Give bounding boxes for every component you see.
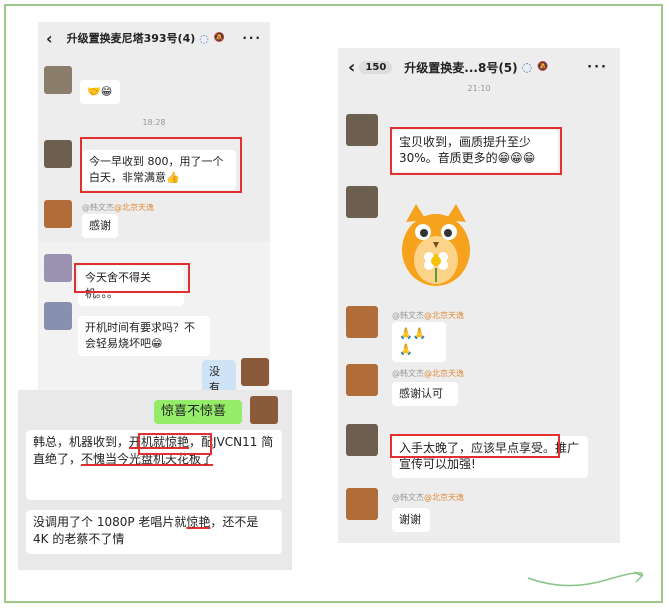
avatar[interactable] [346, 364, 378, 396]
emoji-bubble: 🤝😁 [80, 80, 120, 104]
highlight-box [390, 127, 562, 175]
review-bubble-2: 没调用了个 1080P 老唱片就惊艳，还不是 4K 的老蔡不了情 [26, 510, 282, 554]
left-lower-panel: 惊喜不惊喜 韩总，机器收到，开机就惊艳，配JVCN11 简直绝了，不愧当今光盘机… [18, 390, 292, 570]
mute-icon: 🔕 [213, 33, 226, 43]
menu-icon[interactable]: ··· [242, 31, 262, 45]
right-chat-panel: ‹ 150 升级置换麦...8号(5) ◌ 🔕 ··· 21:10 宝贝收到，画… [338, 48, 620, 543]
mute-icon: 🔕 [537, 62, 549, 72]
timestamp: 21:10 [467, 84, 491, 93]
highlight-box [138, 433, 212, 455]
owl-sticker [398, 202, 474, 288]
avatar[interactable] [44, 140, 72, 168]
back-icon[interactable]: ‹ [46, 29, 53, 48]
chat-title: 升级置换麦尼塔393号(4) [66, 32, 196, 45]
back-icon[interactable]: ‹ [348, 57, 355, 78]
clap-bubble: 🙏🙏🙏 [392, 322, 446, 362]
avatar[interactable] [44, 302, 72, 330]
question-bubble: 开机时间有要求吗？不会轻易烧坏吧😁 [78, 316, 210, 356]
avatar[interactable] [346, 424, 378, 456]
highlight-box [80, 137, 242, 193]
thanks2-bubble: 谢谢 [392, 508, 430, 532]
sender-name: @韩文杰@北京天逸 [392, 369, 464, 378]
avatar[interactable] [44, 200, 72, 228]
left-chat-panel: ‹ 升级置换麦尼塔393号(4) ◌ 🔕 ··· 🤝😁 18:28 今一早收到 … [38, 22, 270, 400]
avatar[interactable] [241, 358, 269, 386]
thanks-approval-bubble: 感谢认可 [392, 382, 458, 406]
swoosh-icon [527, 571, 644, 587]
sender-name: @韩文杰@北京天逸 [392, 311, 464, 320]
avatar[interactable] [346, 114, 378, 146]
highlight-box [74, 263, 190, 293]
timestamp: 18:28 [142, 118, 166, 127]
avatar[interactable] [346, 488, 378, 520]
sender-name: @韩文杰@北京天逸 [82, 203, 154, 212]
unread-badge[interactable]: 150 [359, 60, 393, 74]
group-icon: ◌ [199, 31, 209, 45]
surprise-bubble: 惊喜不惊喜 [154, 400, 242, 424]
chat-title: 升级置换麦...8号(5) [404, 60, 518, 75]
avatar[interactable] [44, 66, 72, 94]
avatar[interactable] [346, 306, 378, 338]
avatar[interactable] [44, 254, 72, 282]
highlight-box [390, 434, 560, 458]
avatar[interactable] [346, 186, 378, 218]
group-icon: ◌ [521, 60, 533, 74]
avatar[interactable] [250, 396, 278, 424]
thanks-bubble: 感谢 [82, 214, 118, 238]
right-chat-header: ‹ 150 升级置换麦...8号(5) ◌ 🔕 ··· [338, 48, 620, 86]
sender-name: @韩文杰@北京天逸 [392, 493, 464, 502]
owl-icon [402, 204, 470, 286]
left-chat-header: ‹ 升级置换麦尼塔393号(4) ◌ 🔕 ··· [38, 22, 270, 54]
menu-icon[interactable]: ··· [587, 60, 608, 75]
